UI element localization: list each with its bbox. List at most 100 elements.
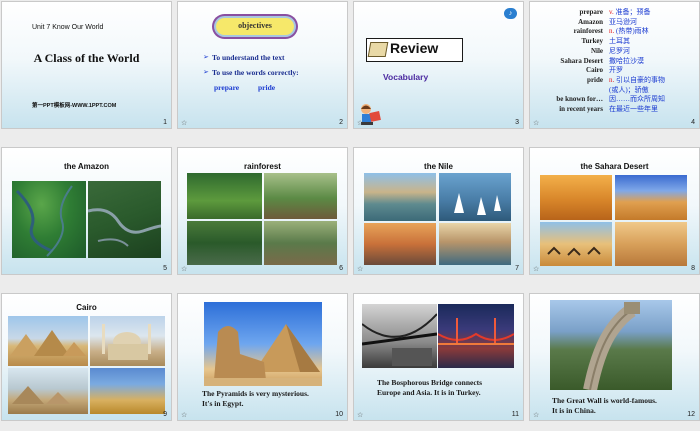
vocab-word: Turkey (581, 37, 603, 46)
vocab-definition: v. 准备；预备 (609, 8, 651, 18)
slide-thumbnail-11[interactable]: The Bosphorous Bridge connects Europe an… (354, 294, 523, 420)
desert-photo-1 (540, 175, 612, 220)
slide-number: 10 (335, 411, 343, 418)
amazon-river-photo (88, 181, 161, 258)
nile-photo-2 (439, 173, 511, 221)
star-icon: ☆ (533, 412, 540, 419)
sphinx-pyramid-photo (204, 302, 322, 386)
rainforest-photo-4 (264, 221, 337, 265)
vocab-meaning: 尼罗河 (609, 46, 630, 55)
slide-thumbnail-3[interactable]: Review Vocabulary ♪ ☆ 3 (354, 2, 523, 128)
vocab-word: prepare (579, 8, 603, 16)
rainforest-photo-2 (264, 173, 337, 219)
unit-label: Unit 7 Know Our World (32, 24, 104, 31)
bridge-photo-1 (362, 304, 437, 368)
objective-2: To use the words correctly: (212, 68, 299, 77)
vocab-word: rainforest (573, 27, 603, 36)
vocab-word: be known for… (556, 95, 603, 104)
caption-line-2: It's in Egypt. (202, 399, 244, 408)
star-icon: ☆ (533, 120, 540, 127)
book-icon (367, 42, 389, 57)
slide-number: 11 (511, 411, 519, 418)
vocab-definition: 撒哈拉沙漠 (609, 57, 644, 67)
star-icon: ☆ (357, 266, 364, 273)
vocab-meaning: 引以自豪的事物 (616, 75, 665, 84)
vocab-definition: (或人)；骄傲 (609, 86, 649, 96)
vocab-meaning: 亚马逊河 (609, 17, 637, 26)
vocabulary-list: prepare v. 准备；预备 Amazon 亚马逊河 rainforest n. (热… (530, 8, 699, 118)
slide-thumbnail-6[interactable]: rainforest ☆ 6 (178, 148, 347, 274)
vocab-word: Amazon (578, 17, 603, 26)
slide-number: 12 (687, 411, 695, 418)
cairo-photo-4 (90, 368, 165, 414)
vocab-word: in recent years (559, 105, 603, 113)
vocab-row: Cairo 开罗 (530, 66, 699, 76)
vocab-row: pride n. 引以自豪的事物 (530, 76, 699, 86)
cairo-photo-3 (8, 368, 88, 414)
slide-number: 9 (163, 411, 167, 418)
slide-number: 4 (691, 119, 695, 126)
slide-thumbnail-5[interactable]: the Amazon 5 (2, 148, 171, 274)
review-label: Review (390, 40, 439, 56)
slide-number: 3 (515, 119, 519, 126)
vocab-meaning: 在最近一些年里 (609, 105, 658, 113)
footer-text: 第一PPT模板网-WWW.1PPT.COM (32, 103, 117, 109)
slide-number: 6 (339, 265, 343, 272)
slide-thumbnail-7[interactable]: the Nile ☆ 7 (354, 148, 523, 274)
vocab-row: rainforest n. (热带)雨林 (530, 27, 699, 37)
slide-number: 1 (163, 119, 167, 126)
slide-number: 2 (339, 119, 343, 126)
vocab-meaning: 撒哈拉沙漠 (609, 56, 644, 65)
desert-photo-2 (615, 175, 687, 220)
word-pride: pride (258, 83, 276, 92)
amazon-aerial-photo (12, 181, 86, 258)
vocab-meaning: 因……而众所周知 (609, 95, 665, 104)
vocab-part-of-speech: v. (609, 8, 614, 16)
vocab-part-of-speech: n. (609, 75, 615, 84)
slide-thumbnail-4[interactable]: prepare v. 准备；预备 Amazon 亚马逊河 rainforest n. (热… (530, 2, 699, 128)
vocab-row: in recent years 在最近一些年里 (530, 105, 699, 115)
rainforest-photo-1 (187, 173, 262, 219)
vocab-row: be known for… 因……而众所周知 (530, 95, 699, 105)
vocab-definition: n. (热带)雨林 (609, 27, 649, 37)
vocab-part-of-speech: n. (609, 27, 615, 36)
caption-line-1: The Great Wall is world-famous. (552, 396, 657, 405)
slide-thumbnail-8[interactable]: the Sahara Desert ☆ 8 (530, 148, 699, 274)
star-icon: ☆ (181, 266, 188, 273)
vocabulary-label: Vocabulary (383, 72, 429, 82)
slide-thumbnail-12[interactable]: The Great Wall is world-famous. It is in… (530, 294, 699, 420)
slide-number: 5 (163, 265, 167, 272)
vocab-definition: 亚马逊河 (609, 18, 637, 28)
vocab-meaning: 准备；预备 (615, 8, 651, 16)
star-icon: ☆ (357, 120, 364, 127)
objective-1: To understand the text (212, 53, 285, 62)
slide-thumbnail-1[interactable]: Unit 7 Know Our World A Class of the Wor… (2, 2, 171, 128)
caption-line-2: Europe and Asia. It is in Turkey. (377, 388, 481, 397)
slide-thumbnail-2[interactable]: objectives ➢ To understand the text ➢ To… (178, 2, 347, 128)
vocab-word: pride (587, 75, 603, 84)
slide-number: 8 (691, 265, 695, 272)
vocab-row: Sahara Desert 撒哈拉沙漠 (530, 57, 699, 67)
caption-line-2: It is in China. (552, 406, 596, 415)
vocab-definition: 在最近一些年里 (609, 105, 658, 115)
slide-title: the Amazon (63, 162, 110, 171)
caption-line-1: The Bosphorous Bridge connects (377, 378, 483, 387)
slide-title: Cairo (76, 303, 97, 312)
star-icon: ☆ (181, 120, 188, 127)
vocab-row: prepare v. 准备；预备 (530, 8, 699, 18)
desert-photo-4 (615, 222, 687, 266)
vocab-word: Cairo (586, 66, 603, 75)
nile-photo-4 (439, 223, 511, 265)
caption-line-1: The Pyramids is very mysterious. (202, 389, 309, 398)
slide-number: 7 (515, 265, 519, 272)
slide-thumbnail-9[interactable]: Cairo 9 (2, 294, 171, 420)
slide-thumbnail-10[interactable]: The Pyramids is very mysterious. It's in… (178, 294, 347, 420)
rainforest-photo-3 (187, 221, 262, 265)
vocab-word: Nile (590, 46, 603, 55)
cairo-mosque-photo (90, 316, 165, 366)
sound-icon: ♪ (504, 8, 517, 19)
slide-title: the Nile (424, 162, 453, 171)
vocab-meaning: 开罗 (609, 66, 623, 75)
slide-title: A Class of the World (33, 51, 140, 65)
objectives-label: objectives (238, 21, 272, 30)
